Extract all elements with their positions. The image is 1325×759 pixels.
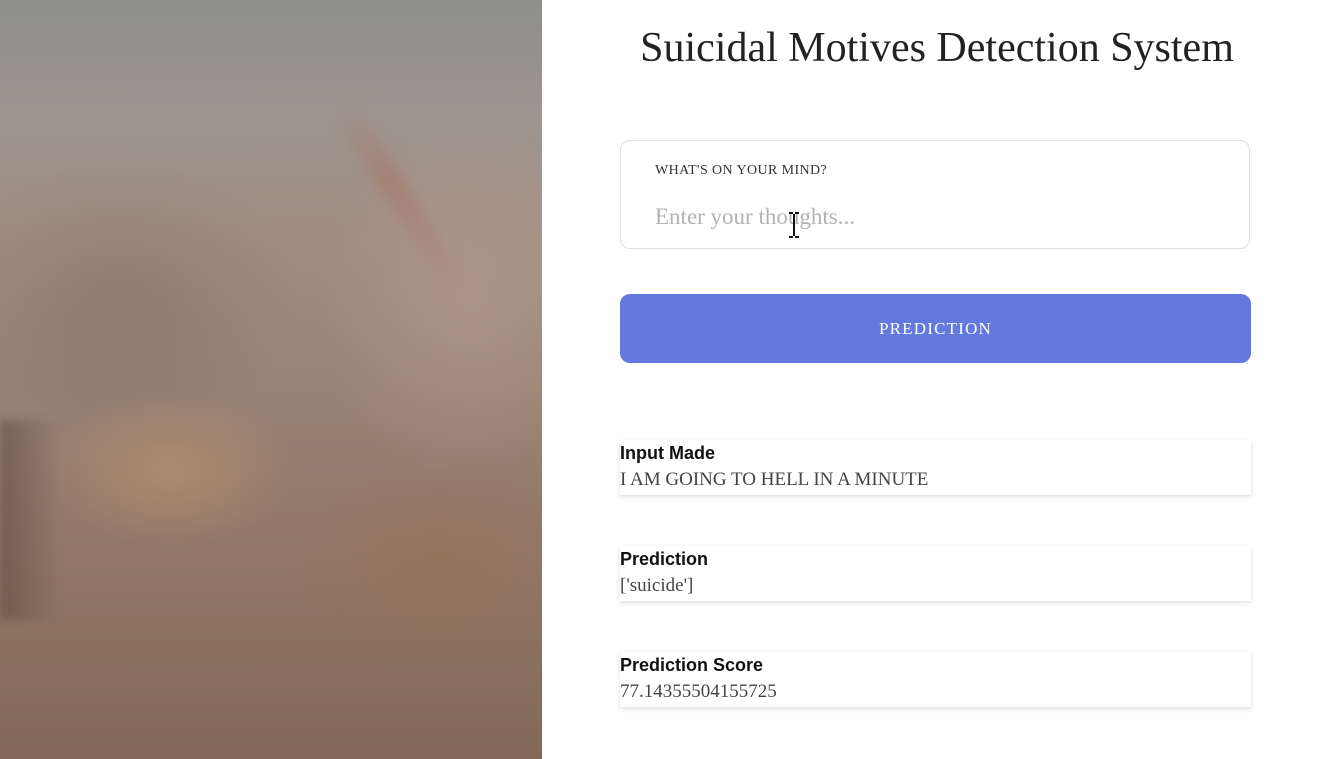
- photo-shade: [0, 420, 60, 620]
- thought-input-card: WHAT'S ON YOUR MIND?: [620, 140, 1250, 249]
- prediction-value: ['suicide']: [620, 575, 694, 596]
- input-made-heading: Input Made: [620, 443, 715, 463]
- text-cursor-icon: [789, 212, 799, 238]
- prediction-score-value: 77.14355504155725: [620, 681, 777, 702]
- page-title: Suicidal Motives Detection System: [640, 25, 1234, 71]
- prediction-button[interactable]: PREDICTION: [620, 294, 1251, 363]
- background-photo: [0, 0, 542, 759]
- prediction-card: Prediction ['suicide']: [620, 546, 1251, 601]
- input-made-value: I AM GOING TO HELL IN A MINUTE: [620, 469, 929, 490]
- input-made-card: Input Made I AM GOING TO HELL IN A MINUT…: [620, 440, 1251, 495]
- prediction-heading: Prediction: [620, 549, 709, 569]
- thought-input-label: WHAT'S ON YOUR MIND?: [655, 163, 828, 178]
- page: Suicidal Motives Detection System WHAT'S…: [0, 0, 1325, 759]
- prediction-score-heading: Prediction Score: [620, 655, 764, 675]
- prediction-score-card: Prediction Score 77.14355504155725: [620, 652, 1251, 707]
- thought-input[interactable]: [655, 199, 1215, 235]
- photo-streak: [330, 96, 474, 306]
